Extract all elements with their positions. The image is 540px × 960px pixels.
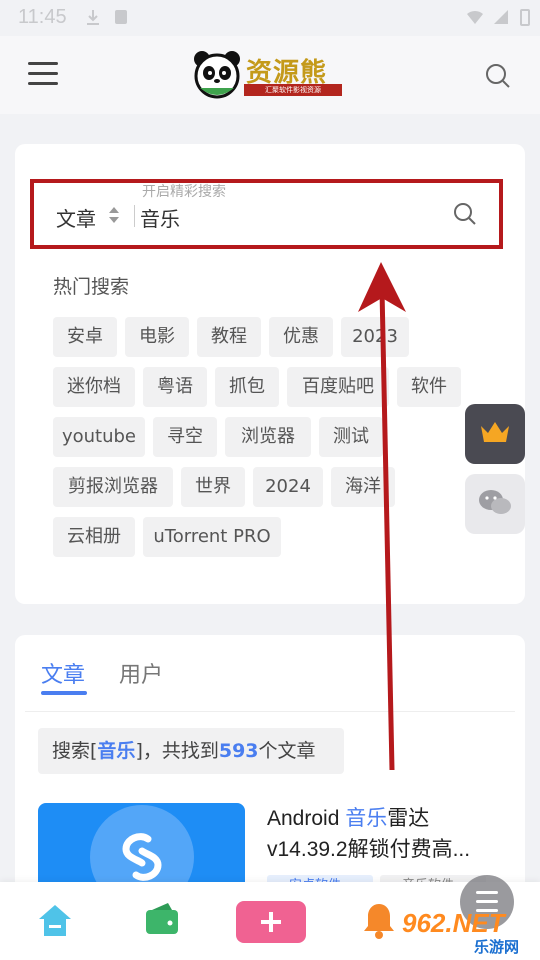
search-card: 开启精彩搜索 文章 音乐 热门搜索 安卓 电影 教程 优惠 2023 迷你档 粤… — [15, 144, 525, 604]
menu-icon — [28, 62, 58, 65]
wechat-icon — [479, 490, 511, 514]
hot-tag[interactable]: youtube — [53, 417, 145, 457]
logo-subtitle: 汇聚软件影视资源 — [244, 84, 342, 96]
search-input[interactable]: 音乐 — [140, 203, 180, 232]
hot-tag[interactable]: 教程 — [197, 317, 261, 357]
hot-tag[interactable]: 2024 — [253, 467, 323, 507]
hot-tag[interactable]: 世界 — [181, 467, 245, 507]
hot-tag[interactable]: 迷你档 — [53, 367, 135, 407]
search-placeholder: 开启精彩搜索 — [142, 184, 226, 200]
site-watermark: 962.NET 乐游网 — [402, 908, 538, 958]
top-bar: 资源熊 汇聚软件影视资源 — [0, 36, 540, 114]
hot-tag[interactable]: 寻空 — [153, 417, 217, 457]
search-submit-icon[interactable] — [452, 201, 478, 227]
hot-tag[interactable]: 测试 — [319, 417, 383, 457]
battery-icon — [520, 9, 530, 26]
summary-count: 593 — [218, 740, 259, 762]
status-time: 11:45 — [18, 6, 67, 28]
tab-articles[interactable]: 文章 — [41, 657, 85, 689]
tab-users[interactable]: 用户 — [119, 657, 163, 689]
summary-keyword: 音乐 — [97, 740, 136, 762]
notification-icon — [115, 10, 127, 24]
divider — [25, 711, 515, 712]
hot-tag[interactable]: 百度贴吧 — [287, 367, 389, 407]
panda-logo-icon — [194, 51, 240, 99]
wechat-button[interactable] — [465, 474, 525, 534]
hot-tag[interactable]: 浏览器 — [225, 417, 311, 457]
download-icon — [87, 10, 99, 25]
hot-tag[interactable]: 海洋 — [331, 467, 395, 507]
crown-icon — [481, 422, 509, 442]
hot-tag[interactable]: 电影 — [125, 317, 189, 357]
wifi-icon — [467, 10, 483, 24]
site-logo[interactable]: 资源熊 汇聚软件影视资源 — [192, 50, 344, 102]
hot-search-title: 热门搜索 — [53, 276, 130, 298]
watermark-text: 962.NET — [402, 908, 505, 938]
hot-tag[interactable]: 2023 — [341, 317, 409, 357]
divider — [134, 205, 135, 227]
menu-button[interactable] — [28, 62, 58, 88]
nav-wallet-icon[interactable] — [142, 900, 182, 940]
nav-home-icon[interactable] — [36, 902, 74, 940]
sort-arrows-icon[interactable] — [108, 206, 120, 224]
search-icon[interactable] — [484, 62, 512, 90]
hot-tag[interactable]: 剪报浏览器 — [53, 467, 173, 507]
vip-crown-button[interactable] — [465, 404, 525, 464]
result-summary: 搜索[音乐]，共找到593个文章 — [38, 728, 344, 774]
active-tab-indicator — [41, 691, 87, 695]
hot-tag[interactable]: 云相册 — [53, 517, 135, 557]
hot-tag[interactable]: 粤语 — [143, 367, 207, 407]
search-type-select[interactable]: 文章 — [56, 203, 96, 232]
article-title[interactable]: Android 音乐雷达 v14.39.2解锁付费高... — [267, 803, 497, 865]
signal-icon — [494, 10, 508, 24]
watermark-subtitle: 乐游网 — [474, 938, 520, 956]
hot-tag[interactable]: 优惠 — [269, 317, 333, 357]
search-box[interactable]: 开启精彩搜索 文章 音乐 — [30, 179, 503, 249]
hot-tag[interactable]: uTorrent PRO — [143, 517, 281, 557]
hot-tag[interactable]: 安卓 — [53, 317, 117, 357]
hot-tag[interactable]: 软件 — [397, 367, 461, 407]
publish-plus-button[interactable] — [236, 901, 306, 943]
nav-notification-bell-icon[interactable] — [360, 900, 398, 940]
hot-tag[interactable]: 抓包 — [215, 367, 279, 407]
status-bar: 11:45 — [0, 0, 540, 36]
